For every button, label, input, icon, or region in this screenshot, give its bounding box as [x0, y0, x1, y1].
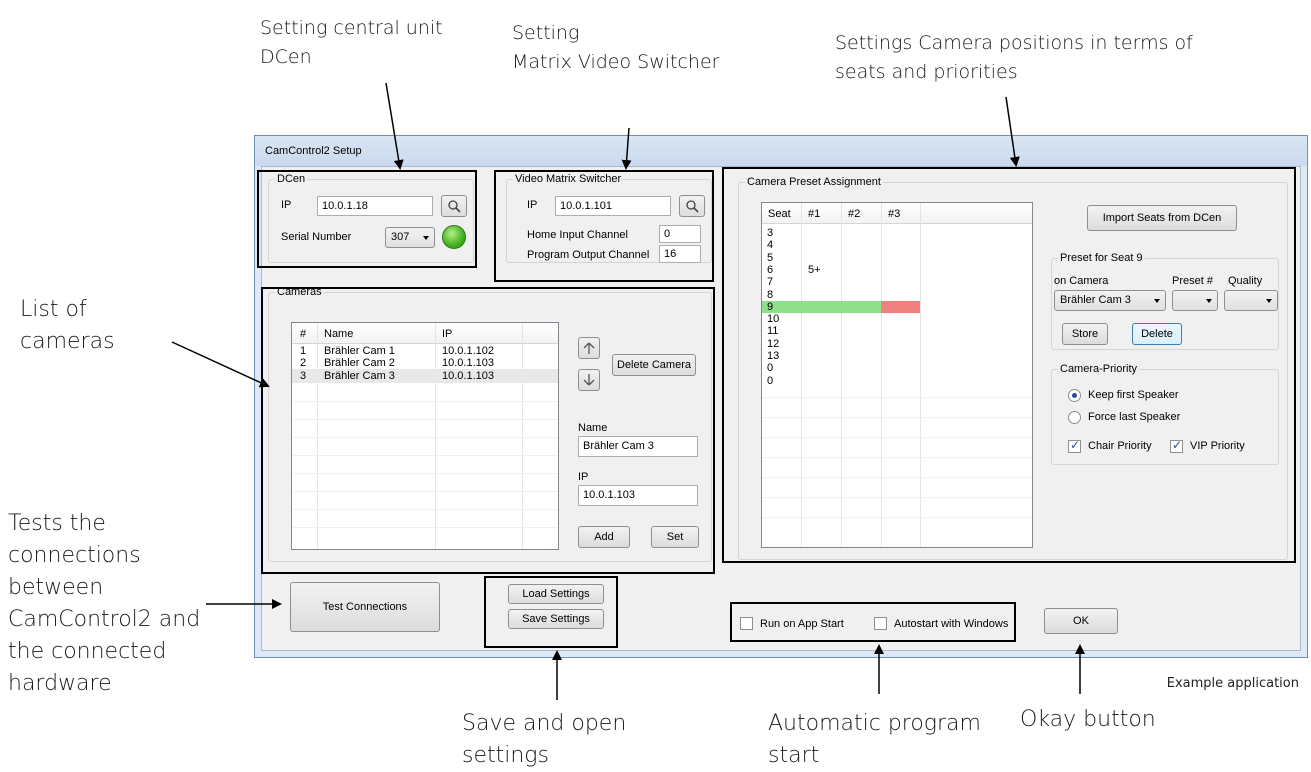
annotation-cameras-list: List of cameras	[20, 297, 115, 354]
annotation-autostart: Automatic program start	[768, 711, 981, 768]
ok-button[interactable]: OK	[1044, 608, 1118, 634]
highlight-cameras	[261, 287, 715, 574]
highlight-matrix	[494, 170, 714, 282]
annotation-okay: Okay button	[1020, 707, 1156, 732]
annotation-save-open: Save and open settings	[462, 711, 627, 768]
annotation-matrix: Setting Matrix Video Switcher	[512, 22, 720, 73]
test-connections-button[interactable]: Test Connections	[290, 582, 440, 632]
title-bar: CamControl2 Setup	[255, 136, 1307, 166]
annotation-dcen: Setting central unit DCen	[260, 17, 443, 68]
annotation-tests: Tests the connections between CamControl…	[8, 511, 201, 696]
highlight-preset	[722, 167, 1296, 563]
annotation-camera-positions: Settings Camera positions in terms of se…	[835, 32, 1193, 83]
window-title: CamControl2 Setup	[265, 145, 362, 157]
highlight-autostart	[730, 602, 1016, 642]
highlight-load-save	[484, 576, 618, 648]
highlight-dcen	[257, 170, 477, 268]
caption: Example application	[1166, 676, 1299, 691]
